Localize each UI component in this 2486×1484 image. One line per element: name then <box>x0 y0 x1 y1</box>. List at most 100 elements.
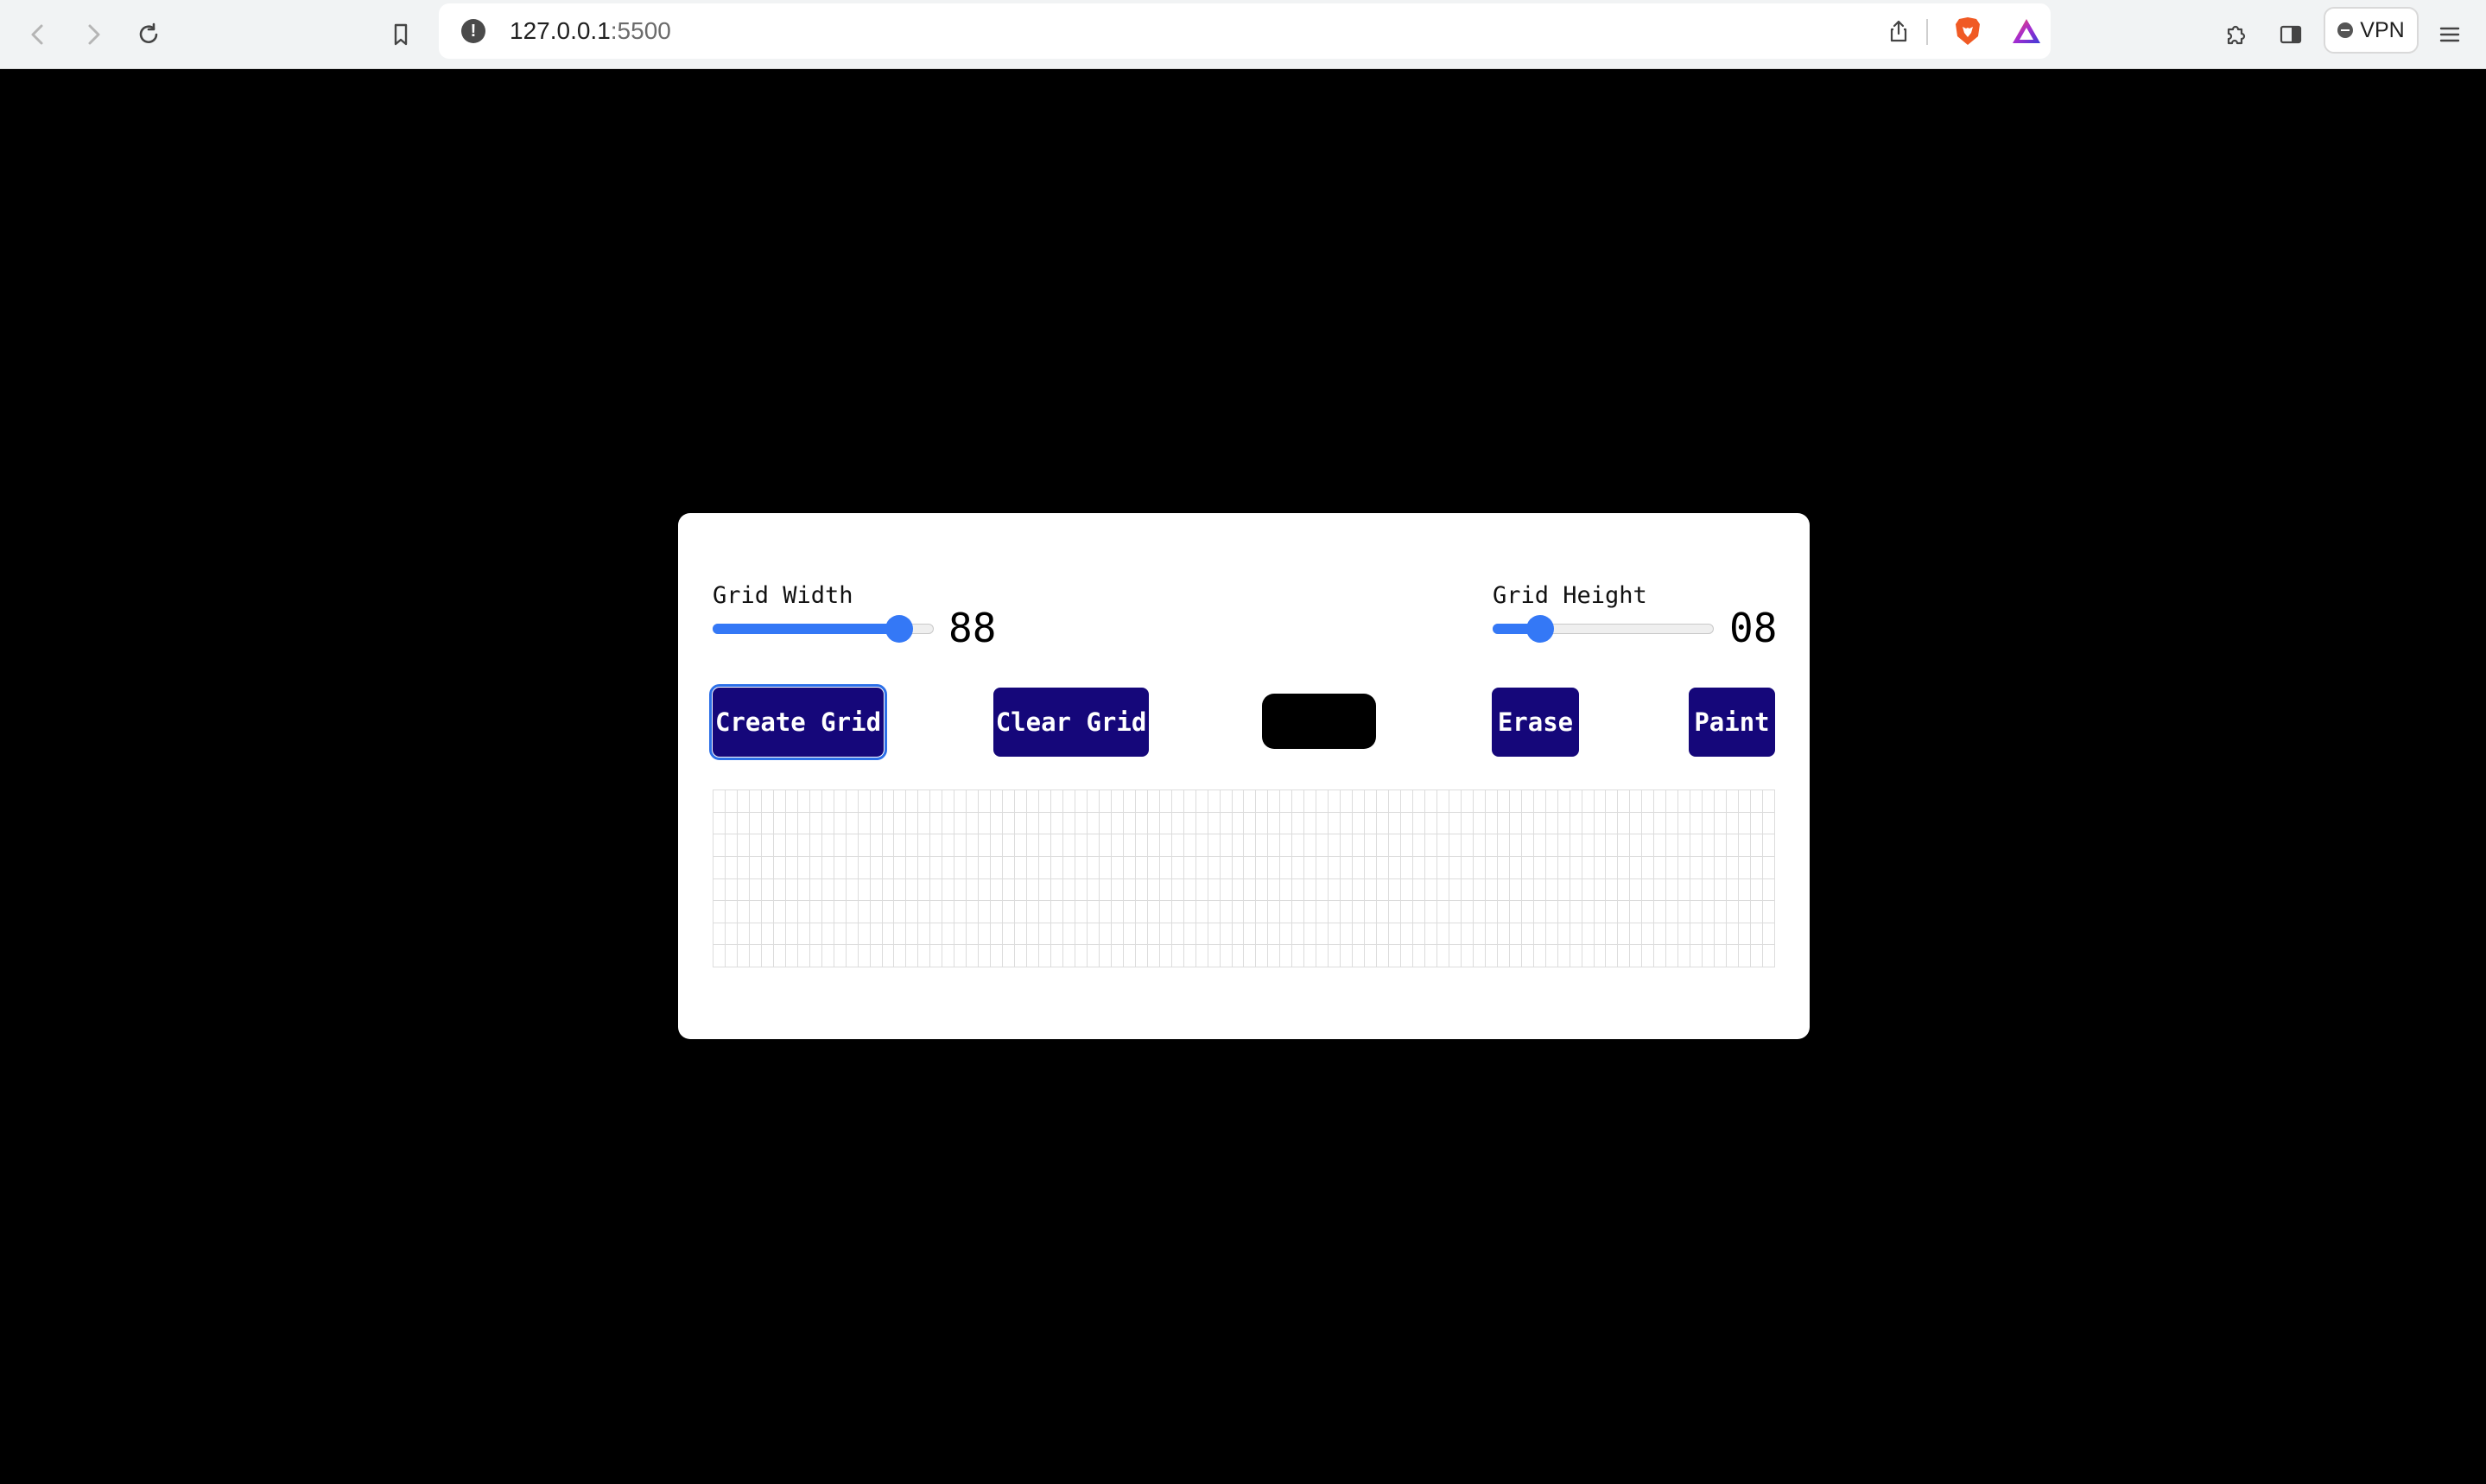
grid-cell[interactable] <box>1666 790 1679 813</box>
erase-button[interactable]: Erase <box>1492 688 1579 757</box>
grid-cell[interactable] <box>1594 790 1607 813</box>
grid-cell[interactable] <box>1461 856 1474 879</box>
grid-cell[interactable] <box>1111 834 1124 857</box>
grid-cell[interactable] <box>1063 878 1075 902</box>
grid-cell[interactable] <box>1232 834 1245 857</box>
grid-cell[interactable] <box>1220 878 1233 902</box>
grid-cell[interactable] <box>1123 812 1136 835</box>
grid-cell[interactable] <box>1654 856 1667 879</box>
grid-cell[interactable] <box>1051 812 1063 835</box>
grid-cell[interactable] <box>1111 945 1124 967</box>
grid-cell[interactable] <box>1208 923 1221 946</box>
grid-cell[interactable] <box>1473 878 1486 902</box>
grid-cell[interactable] <box>1521 834 1534 857</box>
grid-cell[interactable] <box>761 923 774 946</box>
grid-cell[interactable] <box>1316 790 1329 813</box>
grid-cell[interactable] <box>1666 812 1679 835</box>
grid-cell[interactable] <box>1304 790 1317 813</box>
grid-cell[interactable] <box>1557 878 1570 902</box>
grid-cell[interactable] <box>1642 901 1655 923</box>
grid-cell[interactable] <box>737 834 750 857</box>
grid-cell[interactable] <box>1015 856 1028 879</box>
grid-cell[interactable] <box>1763 834 1775 857</box>
grid-cell[interactable] <box>906 878 919 902</box>
grid-cell[interactable] <box>1449 856 1462 879</box>
grid-cell[interactable] <box>1353 856 1366 879</box>
grid-cell[interactable] <box>1401 790 1414 813</box>
grid-cell[interactable] <box>713 945 726 967</box>
grid-cell[interactable] <box>1473 834 1486 857</box>
grid-cell[interactable] <box>967 856 980 879</box>
grid-cell[interactable] <box>1521 945 1534 967</box>
grid-cell[interactable] <box>1365 878 1378 902</box>
grid-cell[interactable] <box>1678 945 1691 967</box>
grid-cell[interactable] <box>1521 856 1534 879</box>
grid-cell[interactable] <box>882 856 895 879</box>
grid-cell[interactable] <box>1099 945 1112 967</box>
grid-cell[interactable] <box>954 878 967 902</box>
grid-cell[interactable] <box>1039 856 1052 879</box>
grid-cell[interactable] <box>1063 856 1075 879</box>
grid-cell[interactable] <box>821 790 834 813</box>
grid-cell[interactable] <box>1268 901 1281 923</box>
grid-cell[interactable] <box>749 834 762 857</box>
grid-cell[interactable] <box>1763 945 1775 967</box>
grid-cell[interactable] <box>1703 923 1715 946</box>
grid-cell[interactable] <box>1268 878 1281 902</box>
grid-cell[interactable] <box>1244 945 1257 967</box>
grid-cell[interactable] <box>1497 834 1510 857</box>
grid-cell[interactable] <box>1654 945 1667 967</box>
grid-cell[interactable] <box>1389 812 1402 835</box>
grid-cell[interactable] <box>882 812 895 835</box>
grid-cell[interactable] <box>918 812 931 835</box>
grid-cell[interactable] <box>1533 856 1546 879</box>
grid-cell[interactable] <box>894 834 907 857</box>
grid-cell[interactable] <box>942 790 955 813</box>
grid-cell[interactable] <box>1739 812 1752 835</box>
grid-cell[interactable] <box>1727 901 1740 923</box>
grid-cell[interactable] <box>1159 812 1172 835</box>
grid-cell[interactable] <box>1063 901 1075 923</box>
grid-cell[interactable] <box>1353 901 1366 923</box>
grid-cell[interactable] <box>1401 834 1414 857</box>
grid-cell[interactable] <box>1256 901 1269 923</box>
grid-cell[interactable] <box>1666 834 1679 857</box>
grid-cell[interactable] <box>1594 901 1607 923</box>
grid-cell[interactable] <box>1268 945 1281 967</box>
grid-cell[interactable] <box>1220 812 1233 835</box>
grid-cell[interactable] <box>858 923 871 946</box>
grid-cell[interactable] <box>1015 901 1028 923</box>
grid-cell[interactable] <box>1159 901 1172 923</box>
grid-cell[interactable] <box>1570 834 1582 857</box>
grid-cell[interactable] <box>1232 901 1245 923</box>
grid-cell[interactable] <box>967 878 980 902</box>
grid-cell[interactable] <box>1545 878 1558 902</box>
grid-cell[interactable] <box>1436 812 1449 835</box>
grid-cell[interactable] <box>1497 945 1510 967</box>
grid-cell[interactable] <box>930 923 943 946</box>
grid-cell[interactable] <box>1424 901 1437 923</box>
grid-cell[interactable] <box>1424 945 1437 967</box>
grid-cell[interactable] <box>979 790 992 813</box>
grid-cell[interactable] <box>1582 901 1595 923</box>
grid-cell[interactable] <box>882 790 895 813</box>
grid-cell[interactable] <box>1232 812 1245 835</box>
grid-cell[interactable] <box>894 812 907 835</box>
grid-cell[interactable] <box>1304 945 1317 967</box>
grid-cell[interactable] <box>785 945 798 967</box>
grid-cell[interactable] <box>1256 790 1269 813</box>
grid-cell[interactable] <box>1135 901 1148 923</box>
grid-cell[interactable] <box>1401 945 1414 967</box>
grid-cell[interactable] <box>1123 923 1136 946</box>
grid-cell[interactable] <box>1606 856 1619 879</box>
grid-cell[interactable] <box>1389 790 1402 813</box>
grid-cell[interactable] <box>1135 878 1148 902</box>
grid-cell[interactable] <box>846 856 859 879</box>
grid-cell[interactable] <box>1003 834 1016 857</box>
grid-cell[interactable] <box>797 812 810 835</box>
grid-cell[interactable] <box>1715 790 1728 813</box>
grid-cell[interactable] <box>1401 856 1414 879</box>
grid-cell[interactable] <box>967 790 980 813</box>
grid-cell[interactable] <box>1329 790 1341 813</box>
grid-cell[interactable] <box>1497 812 1510 835</box>
